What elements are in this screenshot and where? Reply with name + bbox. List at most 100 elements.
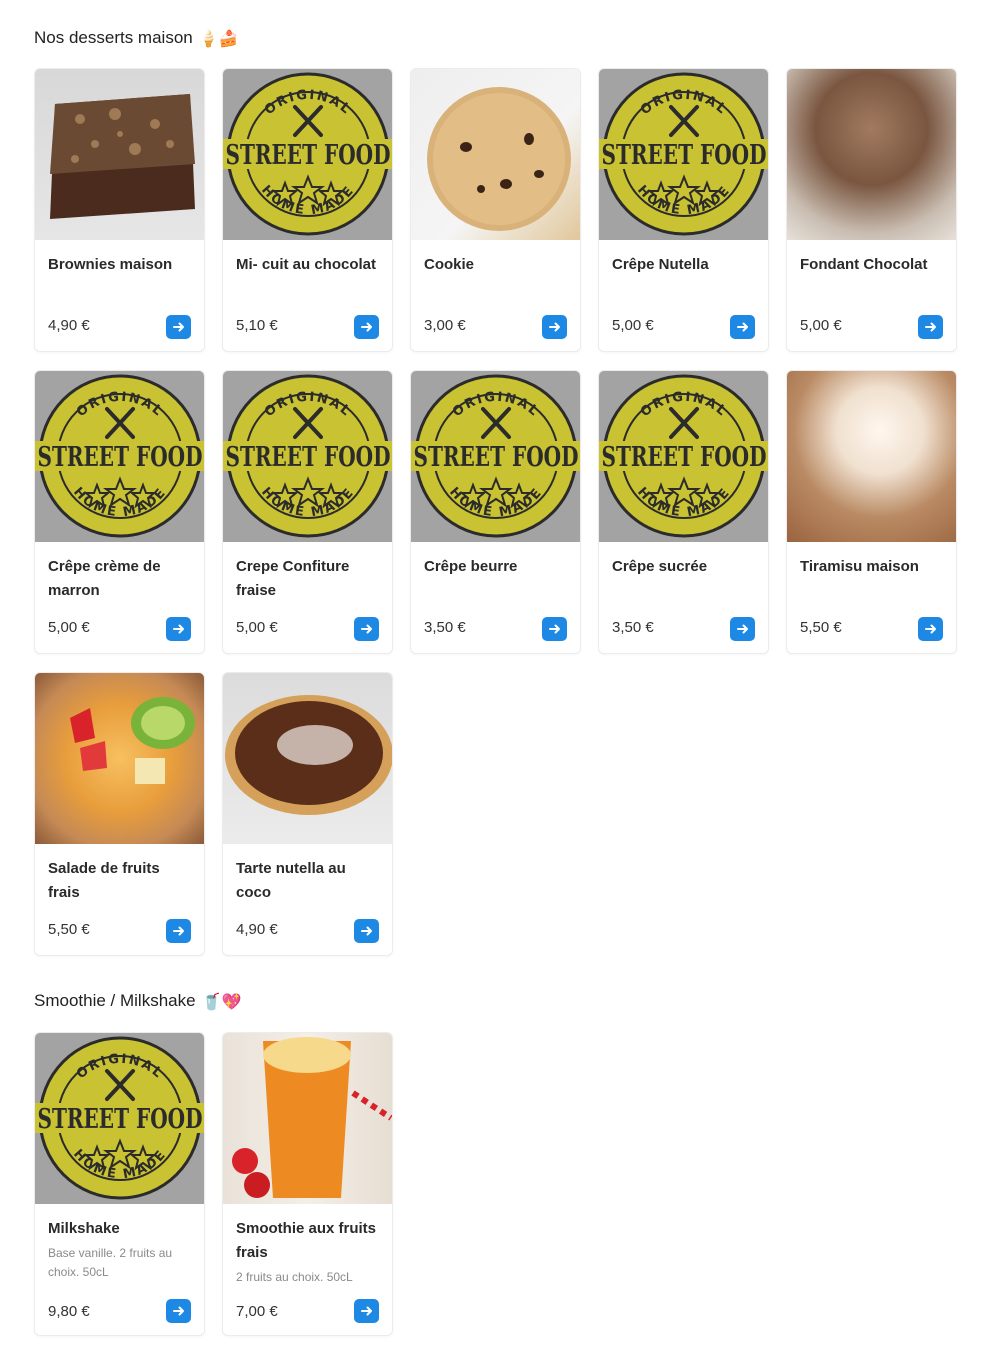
arrow-right-icon	[736, 624, 748, 634]
product-price: 5,50 €	[48, 921, 90, 938]
product-name: Crêpe Nutella	[612, 256, 709, 273]
streetfood-logo-icon: ORIGINALHOME MADESTREET FOOD	[223, 374, 392, 538]
svg-text:STREET FOOD: STREET FOOD	[226, 140, 391, 171]
product-name: Crêpe sucrée	[612, 558, 708, 575]
product-price: 4,90 €	[236, 921, 278, 938]
product-card-cookie[interactable]: Cookie 3,00 €	[410, 68, 581, 352]
product-card-brownies[interactable]: Brownies maison 4,90 €	[34, 68, 205, 352]
smoothie-photo	[223, 1033, 392, 1204]
streetfood-logo-icon: ORIGINALHOME MADESTREET FOOD	[35, 1036, 204, 1200]
product-name: Salade de fruits frais	[48, 860, 160, 901]
streetfood-logo: ORIGINAL HOME MADE STREET FOOD	[35, 371, 204, 542]
arrow-right-icon	[172, 1306, 184, 1316]
product-price: 4,90 €	[48, 317, 90, 334]
svg-text:STREET FOOD: STREET FOOD	[38, 442, 203, 473]
product-price: 3,00 €	[424, 317, 466, 334]
streetfood-logo-icon: ORIGINALHOME MADESTREET FOOD	[35, 374, 204, 538]
view-product-button[interactable]	[166, 315, 191, 339]
ice-cream-cake-emoji-icon: 🍦🍰	[198, 28, 239, 48]
product-name: Mi- cuit au chocolat	[236, 256, 377, 273]
product-name: Brownies maison	[48, 256, 173, 273]
streetfood-logo: ORIGINAL HOME MADE STREET FOOD	[599, 371, 768, 542]
product-description: 2 fruits au choix. 50cL	[236, 1270, 353, 1284]
product-price: 5,00 €	[48, 619, 90, 636]
product-card-tarte-nutella[interactable]: Tarte nutella au coco 4,90 €	[222, 672, 393, 956]
cookie-image-icon	[427, 87, 571, 231]
view-product-button[interactable]	[354, 315, 379, 339]
arrow-right-icon	[172, 624, 184, 634]
svg-text:STREET FOOD: STREET FOOD	[602, 140, 767, 171]
view-product-button[interactable]	[354, 1299, 379, 1323]
fruit-salad-photo	[35, 673, 204, 844]
product-price: 5,00 €	[236, 619, 278, 636]
view-product-button[interactable]	[918, 617, 943, 641]
cup-heart-emoji-icon: 🥤💖	[201, 991, 242, 1011]
brownie-image-icon	[50, 94, 195, 219]
product-card-smoothie[interactable]: Smoothie aux fruits frais 2 fruits au ch…	[222, 1032, 393, 1336]
streetfood-logo-icon: ORIGINALHOME MADESTREET FOOD	[411, 374, 580, 538]
view-product-button[interactable]	[166, 919, 191, 943]
view-product-button[interactable]	[730, 315, 755, 339]
view-product-button[interactable]	[166, 617, 191, 641]
product-card-crepe-nutella[interactable]: ORIGINAL HOME MADE STREET FOOD Crêpe Nutel…	[598, 68, 769, 352]
view-product-button[interactable]	[730, 617, 755, 641]
svg-text:STREET FOOD: STREET FOOD	[226, 442, 391, 473]
product-card-creme-marron[interactable]: ORIGINAL HOME MADE STREET FOOD Crêpe crème…	[34, 370, 205, 654]
view-product-button[interactable]	[918, 315, 943, 339]
product-card-confiture-fraise[interactable]: ORIGINAL HOME MADE STREET FOOD Crepe Confi…	[222, 370, 393, 654]
streetfood-logo: ORIGINAL HOME MADE STREET FOOD	[35, 1033, 204, 1204]
tiramisu-photo	[787, 371, 956, 542]
streetfood-logo: ORIGINAL HOME MADE STREET FOOD	[411, 371, 580, 542]
arrow-right-icon	[172, 322, 184, 332]
product-name: Milkshake	[48, 1220, 120, 1237]
arrow-right-icon	[360, 926, 372, 936]
product-name: Tarte nutella au coco	[236, 860, 346, 901]
streetfood-logo-icon: ORIGINALHOME MADESTREET FOOD	[599, 72, 768, 236]
cookie-photo	[411, 69, 580, 240]
product-name: Tiramisu maison	[800, 558, 919, 575]
product-card-crepe-beurre[interactable]: ORIGINAL HOME MADE STREET FOOD Crêpe beurr…	[410, 370, 581, 654]
section-title-smoothie: Smoothie / Milkshake 🥤💖	[34, 991, 241, 1011]
streetfood-logo: ORIGINAL HOME MADE STREET FOOD	[599, 69, 768, 240]
arrow-right-icon	[548, 624, 560, 634]
product-price: 5,00 €	[612, 317, 654, 334]
product-name: Fondant Chocolat	[800, 256, 928, 273]
svg-text:STREET FOOD: STREET FOOD	[414, 442, 579, 473]
section-title-desserts: Nos desserts maison 🍦🍰	[34, 28, 239, 48]
arrow-right-icon	[360, 624, 372, 634]
product-price: 5,10 €	[236, 317, 278, 334]
streetfood-logo: ORIGINAL HOME MADE STREET FOOD	[223, 69, 392, 240]
product-price: 5,00 €	[800, 317, 842, 334]
view-product-button[interactable]	[542, 315, 567, 339]
product-card-salade-fruits[interactable]: Salade de fruits frais 5,50 €	[34, 672, 205, 956]
product-name: Crepe Confiture fraise	[236, 558, 350, 599]
svg-text:STREET FOOD: STREET FOOD	[602, 442, 767, 473]
product-card-tiramisu[interactable]: Tiramisu maison 5,50 €	[786, 370, 957, 654]
product-card-crepe-sucree[interactable]: ORIGINAL HOME MADE STREET FOOD Crêpe sucré…	[598, 370, 769, 654]
product-price: 3,50 €	[424, 619, 466, 636]
view-product-button[interactable]	[354, 919, 379, 943]
section-title-text: Smoothie / Milkshake	[34, 991, 196, 1010]
view-product-button[interactable]	[542, 617, 567, 641]
arrow-right-icon	[548, 322, 560, 332]
product-card-fondant[interactable]: Fondant Chocolat 5,00 €	[786, 68, 957, 352]
product-card-mi-cuit[interactable]: ORIGINAL HOME MADE STREET FOOD Mi- cuit au…	[222, 68, 393, 352]
product-description: Base vanille. 2 fruits au choix. 50cL	[48, 1246, 173, 1279]
arrow-right-icon	[736, 322, 748, 332]
product-name: Smoothie aux fruits frais	[236, 1220, 377, 1261]
product-price: 3,50 €	[612, 619, 654, 636]
brownie-photo	[35, 69, 204, 240]
view-product-button[interactable]	[354, 617, 379, 641]
arrow-right-icon	[360, 1306, 372, 1316]
tart-image-icon	[225, 695, 392, 815]
section-title-text: Nos desserts maison	[34, 28, 193, 47]
product-price: 9,80 €	[48, 1303, 90, 1320]
fondant-photo	[787, 69, 956, 240]
product-name: Crêpe crème de marron	[48, 558, 161, 599]
product-card-milkshake[interactable]: ORIGINAL HOME MADE STREET FOOD Milkshake B…	[34, 1032, 205, 1336]
fruit-salad-image-icon	[70, 697, 195, 784]
view-product-button[interactable]	[166, 1299, 191, 1323]
arrow-right-icon	[924, 624, 936, 634]
tart-photo	[223, 673, 392, 844]
arrow-right-icon	[924, 322, 936, 332]
